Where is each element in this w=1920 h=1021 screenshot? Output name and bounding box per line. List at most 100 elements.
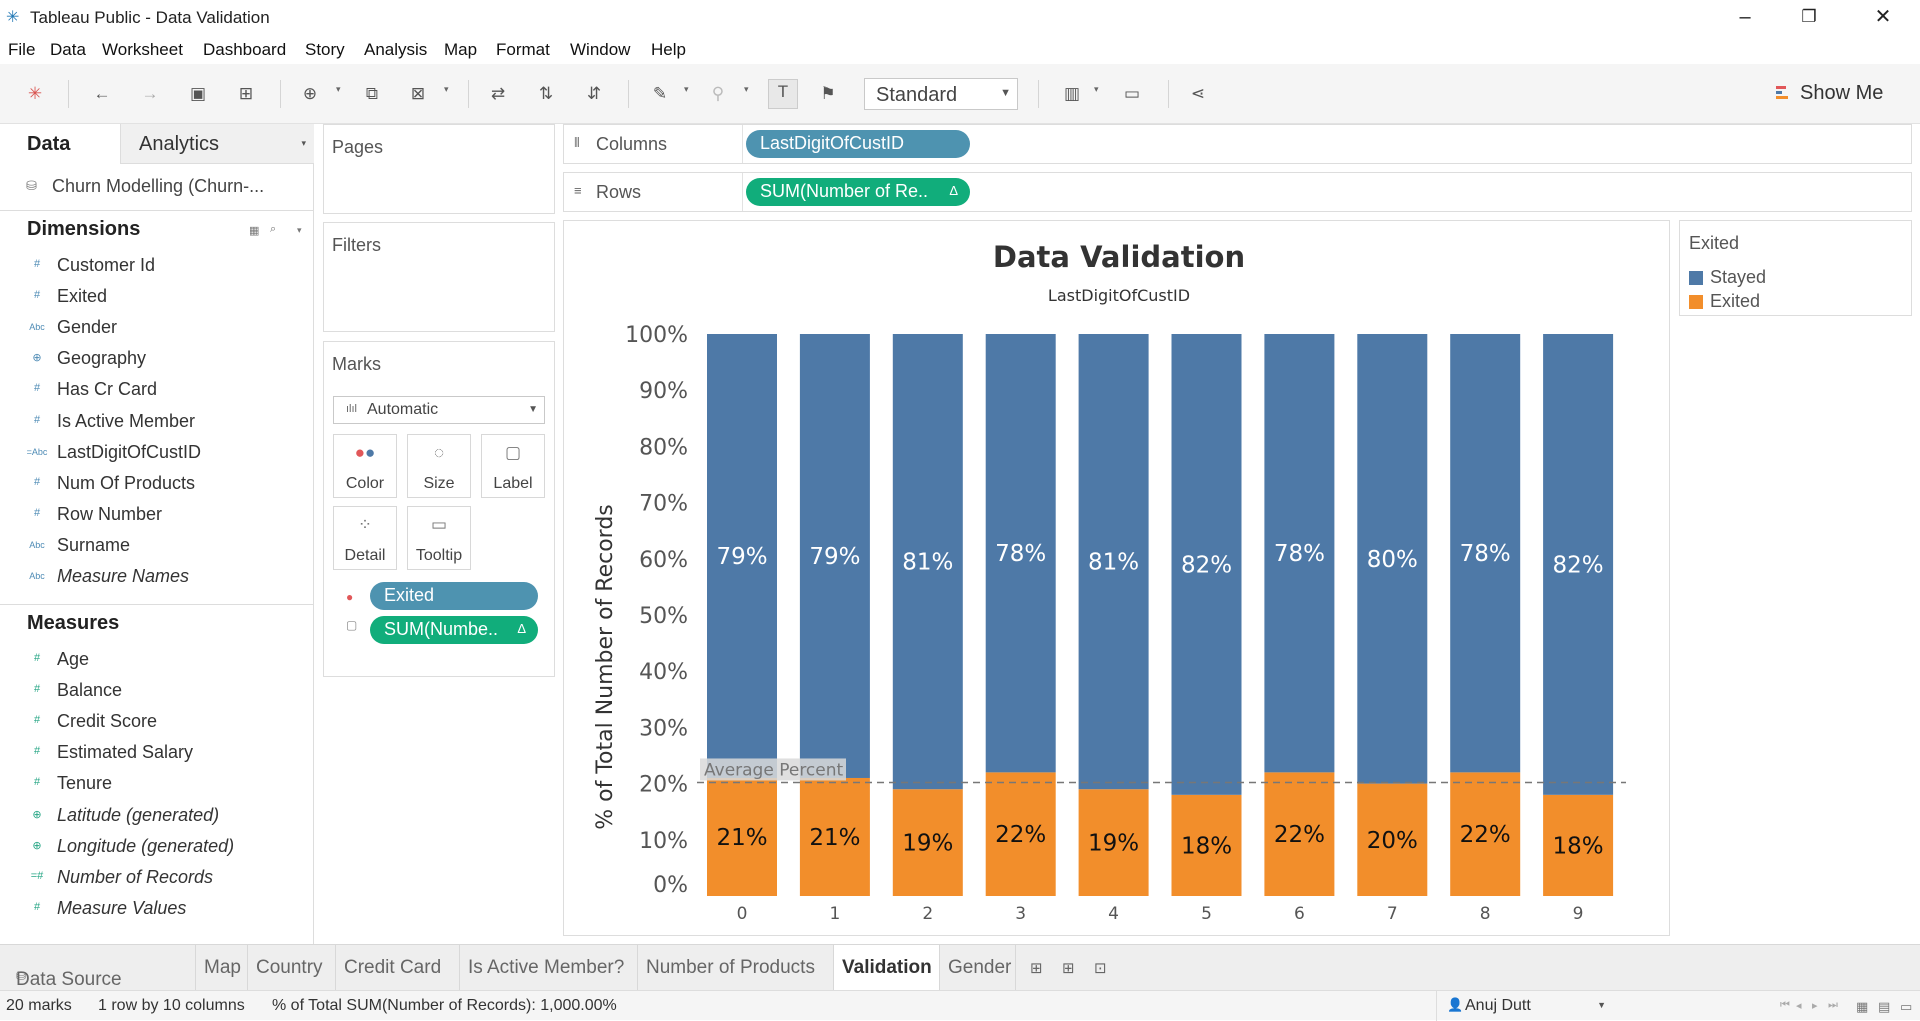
menu-format[interactable]: Format <box>496 40 550 60</box>
tab-is-active-member[interactable]: Is Active Member? <box>460 945 638 991</box>
nav-next-icon[interactable]: ▸ <box>1812 999 1818 1012</box>
mark-type-dropdown[interactable]: ılıl Automatic ▼ <box>333 396 545 424</box>
swap-rows-columns-icon[interactable]: ⇄ <box>486 82 510 106</box>
new-dashboard-tab-icon[interactable]: ⊞ <box>1062 959 1075 977</box>
field-item[interactable]: # Is Active Member <box>0 408 314 436</box>
new-worksheet-icon[interactable]: ⊕ <box>298 82 322 106</box>
field-item[interactable]: Abc Gender <box>0 314 314 342</box>
field-item[interactable]: # Balance <box>0 677 314 705</box>
field-item[interactable]: Abc Surname <box>0 532 314 560</box>
view-options-icon[interactable]: ▦ <box>249 224 259 237</box>
tab-data[interactable]: Data <box>0 124 120 164</box>
undo-icon[interactable]: ← <box>90 82 114 106</box>
field-item[interactable]: ⊕ Longitude (generated) <box>0 833 314 861</box>
share-icon[interactable]: ⋖ <box>1186 82 1210 106</box>
show-cards-icon[interactable]: ▥ <box>1060 82 1084 106</box>
field-item[interactable]: # Exited <box>0 283 314 311</box>
show-mark-labels-icon[interactable]: T <box>768 79 798 109</box>
sort-descending-icon[interactable]: ⇵ <box>582 82 606 106</box>
new-worksheet-tab-icon[interactable]: ⊞ <box>1030 959 1043 977</box>
tableau-home-icon[interactable]: ✳ <box>23 82 47 106</box>
filters-card[interactable]: Filters <box>323 222 555 332</box>
menu-worksheet[interactable]: Worksheet <box>102 40 183 60</box>
tab-map[interactable]: Map <box>196 945 248 991</box>
field-item[interactable]: =Abc LastDigitOfCustID <box>0 439 314 467</box>
highlight-icon[interactable]: ✎ <box>648 82 672 106</box>
menu-map[interactable]: Map <box>444 40 477 60</box>
field-item[interactable]: # Estimated Salary <box>0 739 314 767</box>
save-icon[interactable]: ▣ <box>186 82 210 106</box>
field-item[interactable]: # Customer Id <box>0 252 314 280</box>
field-item[interactable]: # Age <box>0 646 314 674</box>
chevron-down-icon[interactable]: ▾ <box>297 225 302 236</box>
nav-prev-icon[interactable]: ◂ <box>1796 999 1802 1012</box>
duplicate-icon[interactable]: ⧉ <box>360 82 384 106</box>
tab-data-source[interactable]: ⛁ Data Source <box>0 945 196 991</box>
menu-data[interactable]: Data <box>50 40 86 60</box>
detail-button[interactable]: ⁘ Detail <box>333 506 397 570</box>
size-button[interactable]: ◌ Size <box>407 434 471 498</box>
tooltip-button[interactable]: ▭ Tooltip <box>407 506 471 570</box>
data-label-stayed: 82% <box>1553 552 1604 578</box>
menu-dashboard[interactable]: Dashboard <box>203 40 286 60</box>
group-icon[interactable]: ⚲ <box>706 82 730 106</box>
lastdigit-column-pill[interactable]: LastDigitOfCustID <box>746 130 970 158</box>
label-button[interactable]: ▢ Label <box>481 434 545 498</box>
tab-view-icon[interactable]: ▭ <box>1900 999 1912 1015</box>
clear-dropdown-icon[interactable]: ▾ <box>444 84 449 95</box>
sum-records-label-pill[interactable]: SUM(Numbe.. Δ <box>370 616 538 644</box>
tab-credit-card[interactable]: Credit Card <box>336 945 460 991</box>
highlight-dropdown-icon[interactable]: ▾ <box>684 84 689 95</box>
pages-card[interactable]: Pages <box>323 124 555 214</box>
columns-shelf[interactable]: ⦀ Columns LastDigitOfCustID <box>563 124 1912 164</box>
sort-ascending-icon[interactable]: ⇅ <box>534 82 558 106</box>
tab-gender[interactable]: Gender <box>940 945 1016 991</box>
color-legend[interactable]: Exited Stayed Exited <box>1679 220 1912 316</box>
field-item[interactable]: # Credit Score <box>0 708 314 736</box>
minimize-button[interactable]: – <box>1722 2 1768 32</box>
fit-dropdown[interactable]: Standard ▼ <box>864 78 1018 110</box>
new-datasource-icon[interactable]: ⊞ <box>234 82 258 106</box>
tab-validation[interactable]: Validation <box>834 945 940 991</box>
nav-first-icon[interactable]: ⏮ <box>1780 999 1790 1012</box>
menu-analysis[interactable]: Analysis <box>364 40 427 60</box>
close-button[interactable]: ✕ <box>1860 2 1906 32</box>
menu-help[interactable]: Help <box>651 40 686 60</box>
color-button[interactable]: ●● Color <box>333 434 397 498</box>
field-item[interactable]: ⊕ Geography <box>0 345 314 373</box>
field-item[interactable]: # Has Cr Card <box>0 376 314 404</box>
tab-number-of-products[interactable]: Number of Products <box>638 945 834 991</box>
show-cards-dropdown-icon[interactable]: ▾ <box>1094 84 1099 95</box>
nav-last-icon[interactable]: ⏭ <box>1828 999 1838 1012</box>
field-item[interactable]: ⊕ Latitude (generated) <box>0 802 314 830</box>
grid-view-icon[interactable]: ▦ <box>1856 999 1868 1015</box>
field-item[interactable]: Abc Measure Names <box>0 563 314 591</box>
field-item[interactable]: # Row Number <box>0 501 314 529</box>
pages-header: Pages <box>332 137 384 157</box>
rows-shelf[interactable]: ≡ Rows SUM(Number of Re.. Δ <box>563 172 1912 212</box>
tab-analytics[interactable]: Analytics ▾ <box>120 124 314 164</box>
sum-records-row-pill[interactable]: SUM(Number of Re.. Δ <box>746 178 970 206</box>
visualization-area[interactable]: Data Validation LastDigitOfCustID % of T… <box>563 220 1670 936</box>
user-menu[interactable]: 👤 Anuj Dutt ▼ <box>1436 991 1616 1021</box>
menu-story[interactable]: Story <box>305 40 345 60</box>
field-item[interactable]: # Measure Values <box>0 895 314 923</box>
legend-swatch <box>1689 295 1703 309</box>
presentation-mode-icon[interactable]: ▭ <box>1120 82 1144 106</box>
search-icon[interactable]: ⌕ <box>270 223 276 236</box>
tab-country[interactable]: Country <box>248 945 336 991</box>
filmstrip-view-icon[interactable]: ▤ <box>1878 999 1890 1015</box>
clear-sheet-icon[interactable]: ⊠ <box>406 82 430 106</box>
restore-button[interactable]: ❐ <box>1786 2 1832 32</box>
fix-axes-icon[interactable]: ⚑ <box>816 82 840 106</box>
exited-color-pill[interactable]: Exited <box>370 582 538 610</box>
group-dropdown-icon[interactable]: ▾ <box>744 84 749 95</box>
menu-window[interactable]: Window <box>570 40 630 60</box>
field-item[interactable]: =# Number of Records <box>0 864 314 892</box>
new-story-tab-icon[interactable]: ⊡ <box>1094 959 1107 977</box>
field-item[interactable]: # Num Of Products <box>0 470 314 498</box>
menu-file[interactable]: File <box>8 40 35 60</box>
field-item[interactable]: # Tenure <box>0 770 314 798</box>
new-worksheet-dropdown-icon[interactable]: ▾ <box>336 84 341 95</box>
redo-icon[interactable]: → <box>138 82 162 106</box>
